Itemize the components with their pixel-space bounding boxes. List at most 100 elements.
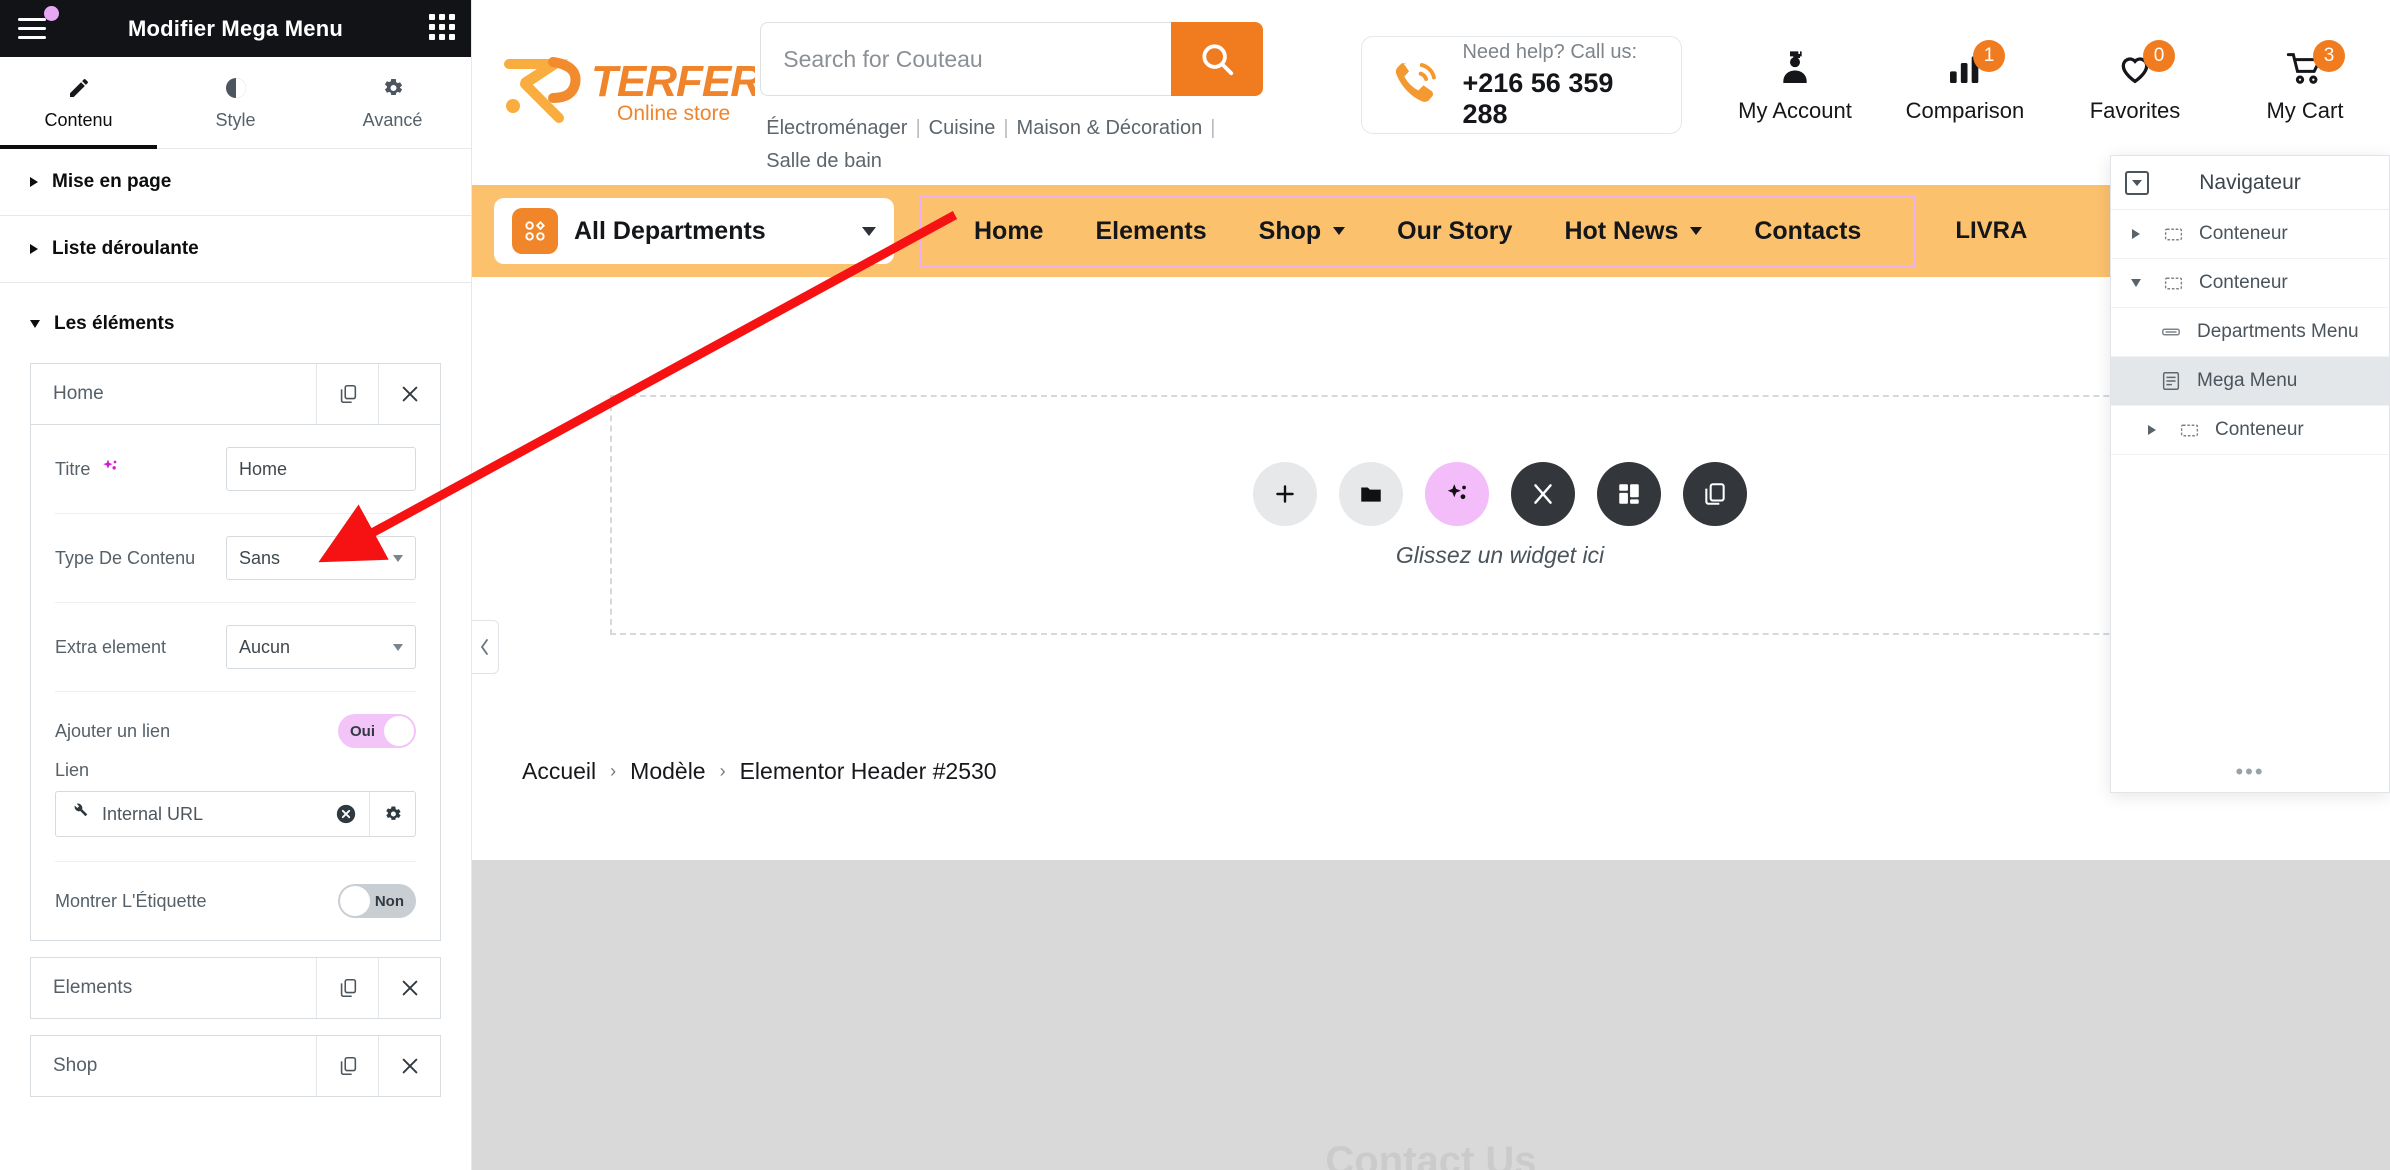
dock-toggle-icon[interactable] <box>2125 170 2149 195</box>
menu-item-home[interactable]: Home <box>948 217 1069 246</box>
apps-grid-icon[interactable] <box>429 14 455 40</box>
preview-canvas: TERFER Online store Électroménager | Cuisi… <box>472 0 2390 1170</box>
repeater-item-elements-title[interactable]: Elements <box>31 958 316 1018</box>
site-logo[interactable]: TERFER Online store <box>490 18 760 136</box>
menu-item-contacts[interactable]: Contacts <box>1728 217 1887 246</box>
suggestion-electromenager[interactable]: Électroménager <box>766 117 907 139</box>
editor-canvas: Glissez un widget ici <box>472 277 2390 717</box>
menu-item-shop-label: Shop <box>1258 216 1322 245</box>
ai-sparkle-icon[interactable] <box>1425 461 1489 526</box>
field-montrer-etiquette: Montrer L'Étiquette Non <box>55 862 416 940</box>
ajouter-un-lien-state: Oui <box>350 722 375 740</box>
repeater-item-shop-title[interactable]: Shop <box>31 1036 316 1096</box>
plus-icon[interactable] <box>1253 461 1317 526</box>
tab-avance[interactable]: Avancé <box>314 57 471 148</box>
panel-title: Modifier Mega Menu <box>127 15 344 41</box>
lien-input[interactable]: Internal URL <box>56 792 335 836</box>
repeater-item-home[interactable]: Home <box>30 363 441 425</box>
navigator-row-mega-menu[interactable]: Mega Menu <box>2111 357 2389 406</box>
help-phone[interactable]: +216 56 359 288 <box>1462 68 1655 130</box>
dropzone-buttons <box>1253 461 1747 526</box>
search-icon[interactable] <box>1171 22 1264 96</box>
type-contenu-select[interactable]: Sans <box>226 536 416 580</box>
chevron-down-icon[interactable] <box>2125 279 2147 287</box>
duplicate-icon[interactable] <box>316 958 378 1018</box>
store-header: TERFER Online store Électroménager | Cuisi… <box>472 0 2390 185</box>
repeater-item-shop[interactable]: Shop <box>30 1035 441 1097</box>
ajouter-un-lien-toggle[interactable]: Oui <box>338 714 416 748</box>
ai-sparkle-icon[interactable] <box>100 457 120 482</box>
field-type-contenu: Type De Contenu Sans <box>55 514 416 603</box>
field-titre-control: Home <box>226 447 416 491</box>
section-mise-en-page[interactable]: Mise en page <box>0 149 471 216</box>
titre-input[interactable]: Home <box>226 447 416 491</box>
ai-notification-dot-icon <box>44 6 59 21</box>
montrer-etiquette-toggle[interactable]: Non <box>338 884 416 918</box>
duplicate-icon[interactable] <box>316 364 378 424</box>
favorites-button[interactable]: 0 Favorites <box>2050 40 2220 124</box>
extra-element-select[interactable]: Aucun <box>226 625 416 669</box>
section-les-elements[interactable]: Les éléments <box>0 283 471 345</box>
close-icon[interactable] <box>378 364 440 424</box>
chevron-down-icon <box>393 643 403 651</box>
navigator-row-conteneur-3[interactable]: Conteneur <box>2111 406 2389 455</box>
navigator-title: Navigateur <box>2199 170 2301 194</box>
departments-grid-icon <box>512 208 558 254</box>
navigator-row-departments-menu[interactable]: Departments Menu <box>2111 308 2389 357</box>
my-cart-button[interactable]: 3 My Cart <box>2220 40 2390 124</box>
suggestion-maison[interactable]: Maison & Décoration <box>1017 117 1203 139</box>
menu-item-shop[interactable]: Shop <box>1233 217 1372 246</box>
repeater-item-home-title[interactable]: Home <box>31 364 316 424</box>
breadcrumb-current: Elementor Header #2530 <box>739 757 997 784</box>
folder-icon[interactable] <box>1339 461 1403 526</box>
menu-item-hot-news[interactable]: Hot News <box>1538 217 1728 246</box>
suggestion-separator: | <box>915 117 921 139</box>
clear-circle-icon[interactable] <box>335 792 369 836</box>
more-dots-icon[interactable]: ••• <box>2111 752 2389 792</box>
navigator-row-conteneur-2[interactable]: Conteneur <box>2111 259 2389 308</box>
navigator-row-label: Conteneur <box>2215 419 2304 440</box>
menu-item-elements-label: Elements <box>1095 216 1207 245</box>
comparison-badge: 1 <box>1972 40 2005 72</box>
navigator-row-conteneur-1[interactable]: Conteneur <box>2111 210 2389 259</box>
comparison-button[interactable]: 1 Comparison <box>1880 40 2050 124</box>
svg-text:Online store: Online store <box>617 102 730 125</box>
breadcrumb-accueil[interactable]: Accueil <box>522 758 596 785</box>
repeater-item-elements[interactable]: Elements <box>30 957 441 1019</box>
layout-grid-icon[interactable] <box>1597 461 1661 526</box>
lien-settings-gear-icon[interactable] <box>369 792 415 836</box>
menu-item-our-story-label: Our Story <box>1397 216 1513 245</box>
tab-contenu[interactable]: Contenu <box>0 57 157 149</box>
panel-tabs: Contenu Style Avancé <box>0 57 471 149</box>
breadcrumb-modele[interactable]: Modèle <box>630 758 705 785</box>
breadcrumb-separator: › <box>610 760 617 781</box>
duplicate-icon[interactable] <box>316 1036 378 1096</box>
lien-input-group: Internal URL <box>55 791 416 837</box>
help-call-box[interactable]: Need help? Call us: +216 56 359 288 <box>1361 36 1682 134</box>
cart-icon: 3 <box>2285 40 2345 88</box>
panel-header: Modifier Mega Menu <box>0 0 471 57</box>
x-close-icon[interactable] <box>1511 461 1575 526</box>
breadcrumb: Accueil › Modèle › Elementor Header #253… <box>472 717 2390 825</box>
tab-style[interactable]: Style <box>157 57 314 148</box>
close-icon[interactable] <box>378 958 440 1018</box>
suggestion-salle-de-bain[interactable]: Salle de bain <box>766 150 882 172</box>
search-input[interactable] <box>760 22 1172 96</box>
section-liste-deroulante[interactable]: Liste déroulante <box>0 216 471 283</box>
close-icon[interactable] <box>378 1036 440 1096</box>
my-account-button[interactable]: My Account <box>1710 48 1880 124</box>
chevron-right-icon[interactable] <box>2141 425 2163 435</box>
suggestion-cuisine[interactable]: Cuisine <box>929 117 996 139</box>
chevron-right-icon[interactable] <box>2125 229 2147 239</box>
dropzone-label: Glissez un widget ici <box>1395 541 1605 568</box>
container-icon <box>2175 420 2203 441</box>
breadcrumb-separator: › <box>719 760 726 781</box>
all-departments-button[interactable]: All Departments <box>494 198 894 264</box>
panel-collapse-handle[interactable] <box>472 620 499 674</box>
mega-menu-widget[interactable]: Home Elements Shop Our Story Hot News Co… <box>920 195 1916 267</box>
menu-item-elements[interactable]: Elements <box>1069 217 1232 246</box>
copy-icon[interactable] <box>1683 461 1747 526</box>
favorites-badge: 0 <box>2142 40 2175 72</box>
menu-item-our-story[interactable]: Our Story <box>1371 217 1538 246</box>
extra-element-value: Aucun <box>239 636 291 657</box>
